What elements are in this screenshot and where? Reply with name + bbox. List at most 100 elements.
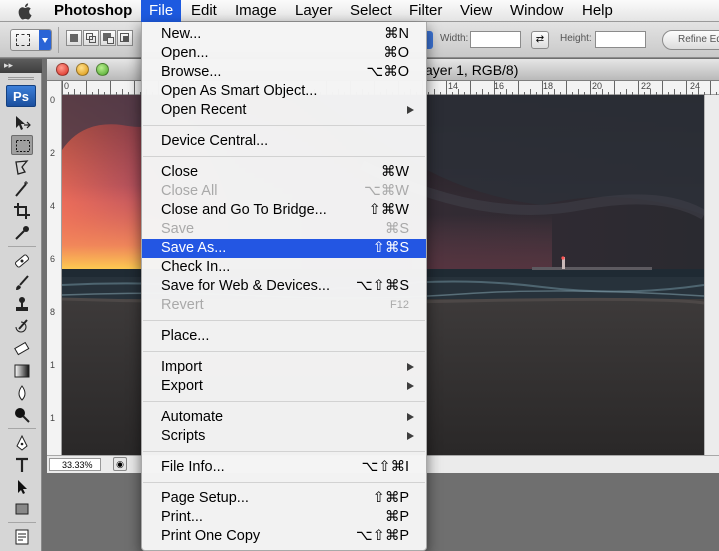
dodge-icon	[15, 408, 30, 423]
menu-item-label: Automate	[161, 409, 224, 425]
zoom-level-field[interactable]: 33.33%	[49, 458, 101, 471]
lasso-tool[interactable]	[11, 157, 33, 177]
menu-image[interactable]: Image	[227, 0, 285, 22]
menu-item-label: Print One Copy	[161, 528, 261, 544]
submenu-arrow-icon	[407, 363, 414, 371]
menu-item-print[interactable]: Print... ⌘P	[142, 508, 426, 527]
minimize-window-icon[interactable]	[76, 63, 89, 76]
menu-item-export[interactable]: Export	[142, 377, 426, 396]
eyedropper-tool[interactable]	[11, 223, 33, 243]
vertical-scrollbar[interactable]	[704, 95, 719, 455]
ruler-label: 18	[543, 81, 554, 91]
menu-item-label: Export	[161, 378, 203, 394]
menu-layer[interactable]: Layer	[287, 0, 341, 22]
menu-item-scripts[interactable]: Scripts	[142, 427, 426, 446]
menu-item-save-for-web[interactable]: Save for Web & Devices... ⌥⇧⌘S	[142, 277, 426, 296]
menu-item-revert[interactable]: Revert F12	[142, 296, 426, 315]
menu-item-new[interactable]: New... ⌘N	[142, 25, 426, 44]
dodge-tool[interactable]	[11, 405, 33, 425]
submenu-arrow-icon	[407, 432, 414, 440]
menu-item-import[interactable]: Import	[142, 358, 426, 377]
intersect-selection-button[interactable]	[117, 30, 133, 46]
photoshop-logo[interactable]: Ps	[6, 85, 36, 107]
brush-tool[interactable]	[11, 273, 33, 293]
menu-item-automate[interactable]: Automate	[142, 408, 426, 427]
menu-item-open[interactable]: Open... ⌘O	[142, 44, 426, 63]
menu-item-close-and-go-to-bridge[interactable]: Close and Go To Bridge... ⇧⌘W	[142, 201, 426, 220]
swap-dimensions-icon[interactable]: ⇄	[531, 31, 549, 49]
menu-item-open-as-smart-object[interactable]: Open As Smart Object...	[142, 82, 426, 101]
menu-separator	[143, 156, 425, 157]
pen-icon	[16, 434, 28, 451]
menu-item-page-setup[interactable]: Page Setup... ⇧⌘P	[142, 489, 426, 508]
menu-item-close[interactable]: Close ⌘W	[142, 163, 426, 182]
path-selection-tool[interactable]	[11, 477, 33, 497]
menu-item-close-all[interactable]: Close All ⌥⌘W	[142, 182, 426, 201]
menu-edit[interactable]: Edit	[183, 0, 225, 22]
menu-item-label: Save As...	[161, 240, 227, 256]
crop-tool-icon	[14, 203, 30, 219]
type-tool[interactable]	[11, 455, 33, 475]
clone-stamp-tool[interactable]	[11, 295, 33, 315]
menu-item-shortcut: ⌥⇧⌘P	[355, 528, 409, 544]
menu-window[interactable]: Window	[502, 0, 571, 22]
menu-item-save-as[interactable]: Save As... ⇧⌘S	[142, 239, 426, 258]
pen-tool[interactable]	[11, 433, 33, 453]
history-brush-tool[interactable]	[11, 317, 33, 337]
menu-item-file-info[interactable]: File Info... ⌥⇧⌘I	[142, 458, 426, 477]
panel-grip[interactable]	[8, 77, 34, 80]
gradient-tool[interactable]	[11, 361, 33, 381]
subtract-from-selection-button[interactable]	[100, 30, 116, 46]
collapse-icon[interactable]: ▸▸	[4, 60, 13, 71]
menu-view[interactable]: View	[452, 0, 500, 22]
notes-tool[interactable]	[11, 527, 33, 547]
menu-select[interactable]: Select	[342, 0, 400, 22]
height-input[interactable]	[595, 31, 646, 48]
eraser-tool[interactable]	[11, 339, 33, 359]
ruler-label: 6	[50, 254, 56, 264]
menu-item-shortcut: F12	[390, 299, 409, 311]
vertical-ruler[interactable]: 0 2 4 6 8 1 1	[47, 81, 62, 455]
ruler-label: 8	[50, 307, 56, 317]
close-window-icon[interactable]	[56, 63, 69, 76]
menu-app-photoshop[interactable]: Photoshop	[46, 0, 140, 22]
status-info-icon[interactable]: ◉	[113, 457, 127, 471]
spot-healing-brush-tool[interactable]	[11, 251, 33, 271]
eraser-icon	[14, 341, 30, 356]
menu-item-save[interactable]: Save ⌘S	[142, 220, 426, 239]
menu-help[interactable]: Help	[574, 0, 621, 22]
quick-selection-tool[interactable]	[11, 179, 33, 199]
rectangle-tool[interactable]	[11, 499, 33, 519]
menu-item-check-in[interactable]: Check In...	[142, 258, 426, 277]
menu-item-browse[interactable]: Browse... ⌥⌘O	[142, 63, 426, 82]
ruler-label: 1	[50, 360, 56, 370]
tools-separator	[8, 428, 36, 429]
new-selection-button[interactable]	[66, 30, 82, 46]
rectangular-marquee-tool[interactable]	[11, 135, 33, 155]
menu-item-shortcut: ⇧⌘S	[372, 240, 409, 256]
blur-tool[interactable]	[11, 383, 33, 403]
crop-tool[interactable]	[11, 201, 33, 221]
menu-item-device-central[interactable]: Device Central...	[142, 132, 426, 151]
width-input[interactable]	[470, 31, 521, 48]
add-to-selection-button[interactable]	[83, 30, 99, 46]
ruler-label: 22	[641, 81, 652, 91]
tools-panel-header[interactable]: ▸▸	[0, 59, 42, 73]
tool-preset-picker[interactable]	[10, 29, 52, 51]
menu-item-open-recent[interactable]: Open Recent	[142, 101, 426, 120]
ruler-label: 20	[592, 81, 603, 91]
menu-file[interactable]: File	[141, 0, 182, 22]
menu-filter[interactable]: Filter	[401, 0, 450, 22]
tools-separator	[8, 522, 36, 523]
move-tool[interactable]	[11, 113, 33, 133]
menu-item-print-one-copy[interactable]: Print One Copy ⌥⇧⌘P	[142, 527, 426, 546]
menu-item-place[interactable]: Place...	[142, 327, 426, 346]
menu-item-label: Save	[161, 221, 195, 237]
menu-item-label: Place...	[161, 328, 210, 344]
zoom-window-icon[interactable]	[96, 63, 109, 76]
magic-wand-icon	[15, 181, 28, 197]
path-selection-icon	[18, 480, 27, 494]
refine-edge-button[interactable]: Refine Ed	[662, 30, 719, 50]
apple-menu-icon[interactable]	[18, 2, 34, 20]
menu-item-shortcut: ⌥⌘O	[366, 64, 410, 80]
